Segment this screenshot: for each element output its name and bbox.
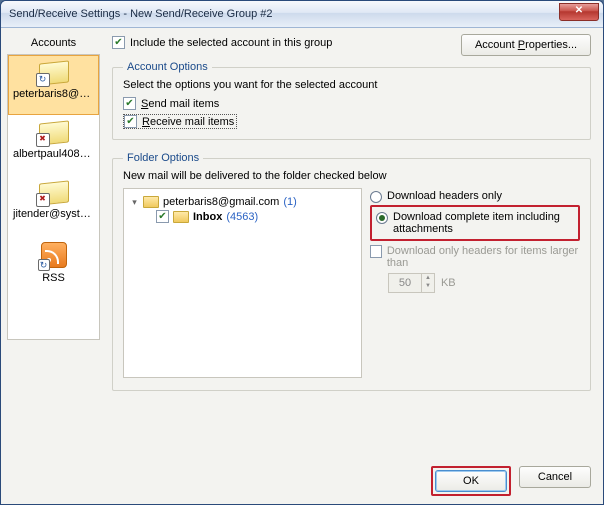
rss-icon: ↻ bbox=[41, 242, 67, 268]
radio-icon bbox=[370, 191, 382, 203]
download-complete-radio[interactable]: Download complete item including attachm… bbox=[376, 211, 574, 235]
tree-root-count: (1) bbox=[283, 196, 296, 208]
dialog-window: Send/Receive Settings - New Send/Receive… bbox=[0, 0, 604, 505]
account-item-jitender[interactable]: jitender@systo... bbox=[8, 175, 99, 235]
cancel-label: Cancel bbox=[538, 471, 572, 483]
account-properties-button[interactable]: Account Properties... bbox=[461, 34, 591, 56]
include-account-checkbox[interactable]: ✔ Include the selected account in this g… bbox=[112, 36, 332, 49]
checkbox-empty-icon: ✔ bbox=[370, 245, 382, 258]
include-account-label: Include the selected account in this gro… bbox=[130, 37, 332, 49]
cancel-button[interactable]: Cancel bbox=[519, 466, 591, 488]
tree-root[interactable]: ▾ peterbaris8@gmail.com (1) bbox=[130, 195, 355, 209]
ok-button[interactable]: OK bbox=[435, 470, 507, 492]
chevron-up-icon: ▲ bbox=[422, 274, 434, 282]
account-item-peterbaris8[interactable]: peterbaris8@g... bbox=[8, 55, 99, 115]
folder-options-legend: Folder Options bbox=[123, 152, 203, 164]
receive-mail-label: Receive mail items bbox=[142, 116, 234, 128]
size-spinner: ▲▼ bbox=[388, 273, 435, 293]
dialog-footer: OK Cancel bbox=[431, 466, 591, 496]
accounts-list: peterbaris8@g... albertpaul408@... jiten… bbox=[7, 54, 100, 340]
tree-inbox[interactable]: ✔ Inbox (4563) bbox=[130, 209, 355, 224]
sidebar-header: Accounts bbox=[7, 34, 100, 52]
account-label: albertpaul408@... bbox=[9, 148, 98, 160]
inbox-label: Inbox bbox=[193, 211, 222, 223]
checkmark-icon[interactable]: ✔ bbox=[156, 210, 169, 223]
highlight-download-complete: Download complete item including attachm… bbox=[370, 205, 580, 241]
account-options-hint: Select the options you want for the sele… bbox=[123, 79, 580, 91]
receive-mail-checkbox[interactable]: ✔ Receive mail items bbox=[123, 114, 237, 129]
folder-icon bbox=[173, 211, 189, 223]
checkmark-icon: ✔ bbox=[123, 97, 136, 110]
account-label: RSS bbox=[9, 272, 98, 284]
sidebar: Accounts peterbaris8@g... albertpaul408@… bbox=[1, 28, 106, 504]
size-value bbox=[389, 274, 421, 292]
account-label: jitender@systo... bbox=[9, 208, 98, 220]
tree-root-label: peterbaris8@gmail.com bbox=[163, 196, 279, 208]
chevron-down-icon: ▼ bbox=[422, 282, 434, 290]
titlebar[interactable]: Send/Receive Settings - New Send/Receive… bbox=[1, 1, 603, 28]
download-headers-larger-label: Download only headers for items larger t… bbox=[387, 245, 580, 269]
radio-selected-icon bbox=[376, 212, 388, 224]
account-label: peterbaris8@g... bbox=[9, 88, 98, 100]
folder-open-icon bbox=[143, 196, 159, 208]
close-icon[interactable]: ✕ bbox=[559, 3, 599, 21]
spinner-arrows: ▲▼ bbox=[421, 274, 434, 292]
send-mail-label: Send mail items bbox=[141, 98, 219, 110]
download-headers-only-radio[interactable]: Download headers only bbox=[370, 190, 580, 203]
folder-tree[interactable]: ▾ peterbaris8@gmail.com (1) ✔ Inbox (456… bbox=[123, 188, 362, 378]
size-unit: KB bbox=[441, 277, 456, 289]
inbox-count: (4563) bbox=[226, 211, 258, 223]
folder-options-group: Folder Options New mail will be delivere… bbox=[112, 152, 591, 391]
account-options-group: Account Options Select the options you w… bbox=[112, 61, 591, 140]
checkmark-icon: ✔ bbox=[124, 115, 137, 128]
account-item-rss[interactable]: ↻ RSS bbox=[8, 235, 99, 295]
download-headers-only-label: Download headers only bbox=[387, 190, 502, 202]
mail-error-icon bbox=[39, 122, 69, 144]
mail-error-icon bbox=[39, 182, 69, 204]
ok-label: OK bbox=[463, 475, 479, 487]
account-options-legend: Account Options bbox=[123, 61, 212, 73]
download-headers-larger-checkbox[interactable]: ✔ Download only headers for items larger… bbox=[370, 245, 580, 269]
collapse-icon[interactable]: ▾ bbox=[130, 198, 139, 207]
highlight-ok: OK bbox=[431, 466, 511, 496]
folder-options-hint: New mail will be delivered to the folder… bbox=[123, 170, 580, 182]
send-mail-checkbox[interactable]: ✔ Send mail items bbox=[123, 97, 219, 110]
download-options: Download headers only Download complete … bbox=[370, 188, 580, 378]
download-complete-label: Download complete item including attachm… bbox=[393, 211, 574, 235]
mail-sync-icon bbox=[39, 62, 69, 84]
main-panel: ✔ Include the selected account in this g… bbox=[106, 28, 603, 504]
window-title: Send/Receive Settings - New Send/Receive… bbox=[9, 8, 273, 20]
checkmark-icon: ✔ bbox=[112, 36, 125, 49]
account-item-albertpaul408[interactable]: albertpaul408@... bbox=[8, 115, 99, 175]
